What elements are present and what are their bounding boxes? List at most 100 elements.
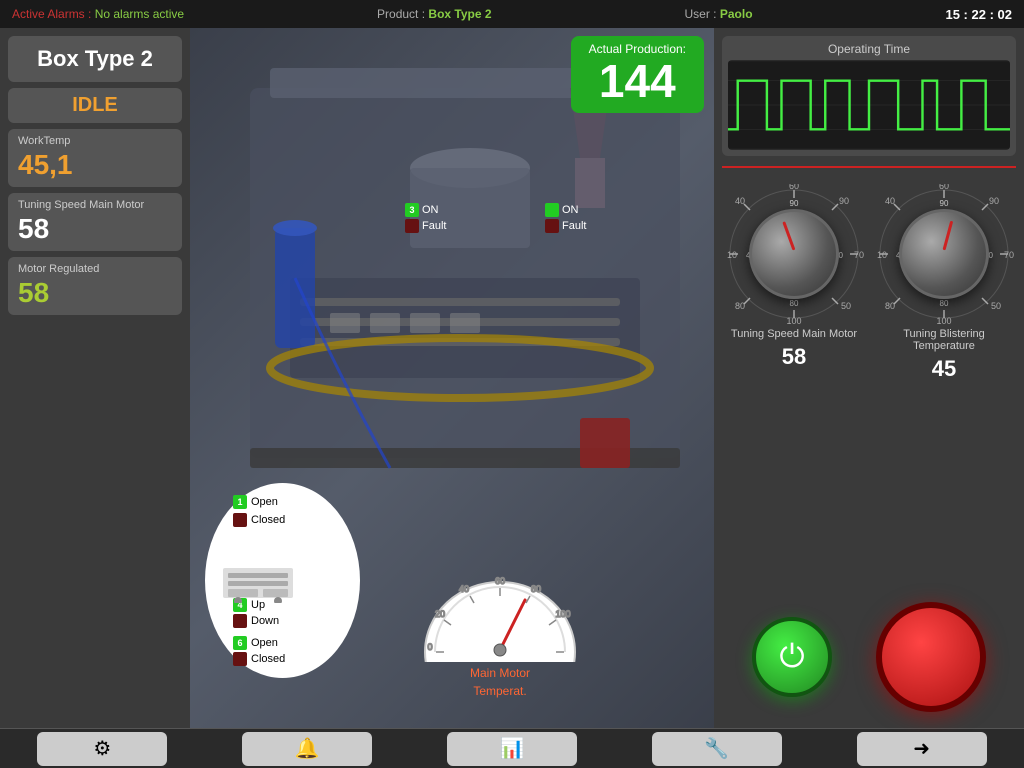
main-layout: Box Type 2 IDLE WorkTemp 45,1 Tuning Spe… <box>0 28 1024 728</box>
bell-icon: 🔔 <box>295 736 320 761</box>
svg-text:100: 100 <box>936 316 951 324</box>
knob1-label: Tuning Speed Main Motor <box>731 328 857 340</box>
worktemp-value: 45,1 <box>18 149 172 181</box>
product-title: Box Type 2 <box>8 36 182 82</box>
svg-text:80: 80 <box>735 301 745 311</box>
legend-machine-thumb <box>223 563 303 603</box>
legend-item1-closed: Closed <box>233 513 348 527</box>
knob2-value: 45 <box>932 356 956 382</box>
motor-label: Motor Regulated <box>18 263 172 275</box>
svg-text:60: 60 <box>789 184 799 191</box>
svg-text:20: 20 <box>435 609 445 619</box>
svg-text:90: 90 <box>839 196 849 206</box>
legend-1-open-label: Open <box>251 496 278 508</box>
alarm-section: Active Alarms : No alarms active <box>12 7 184 21</box>
left-on-label: ON <box>422 204 439 216</box>
right-fault-label: Fault <box>562 220 586 232</box>
left-fault-label: Fault <box>422 220 446 232</box>
svg-text:60: 60 <box>495 576 505 586</box>
legend-4-down-label: Down <box>251 615 279 627</box>
right-on-label: ON <box>562 204 579 216</box>
svg-text:100: 100 <box>786 316 801 324</box>
svg-text:90: 90 <box>989 196 999 206</box>
gauge-label-line1: Main Motor <box>420 666 580 680</box>
legend-item6-open: 6 Open <box>233 636 348 650</box>
svg-text:70: 70 <box>1004 250 1014 260</box>
user-label: User : <box>685 7 717 21</box>
center-panel: Actual Production: 144 3 ON Fault ON <box>190 28 714 728</box>
knob2-needle <box>943 221 954 251</box>
legend-item6-closed: Closed <box>233 652 348 666</box>
power-icon: ⏻ <box>779 638 804 676</box>
left-panel: Box Type 2 IDLE WorkTemp 45,1 Tuning Spe… <box>0 28 190 728</box>
svg-text:0: 0 <box>427 642 432 652</box>
power-button[interactable]: ⏻ <box>752 617 832 697</box>
operating-time-section: Operating Time <box>722 36 1016 156</box>
user-value: Paolo <box>720 7 753 21</box>
chart-svg <box>728 60 1010 150</box>
svg-text:50: 50 <box>991 301 1001 311</box>
knob2-label: Tuning Blistering Temperature <box>879 328 1009 352</box>
legend-1-closed-icon <box>233 513 247 527</box>
red-divider <box>722 166 1016 168</box>
worktemp-box: WorkTemp 45,1 <box>8 129 182 187</box>
svg-text:60: 60 <box>939 184 949 191</box>
svg-text:80: 80 <box>940 299 949 308</box>
knob2-wrapper: 60 100 10 70 40 90 80 50 90 80 40 70 <box>874 184 1014 382</box>
motor-value: 58 <box>18 277 172 309</box>
legend-1-closed-label: Closed <box>251 514 285 526</box>
toolbar-stats-button[interactable]: 📊 <box>447 732 577 766</box>
product-section: Product : Box Type 2 <box>377 7 492 21</box>
svg-text:80: 80 <box>885 301 895 311</box>
knobs-section: 60 100 10 70 40 90 80 50 90 80 40 70 <box>722 178 1016 388</box>
operating-time-chart <box>728 60 1010 150</box>
clock: 15 : 22 : 02 <box>945 7 1012 22</box>
toolbar-alarm-button[interactable]: 🔔 <box>242 732 372 766</box>
right-panel: Operating Time <box>714 28 1024 728</box>
toolbar-settings-button[interactable]: ⚙ <box>37 732 167 766</box>
svg-text:90: 90 <box>790 199 799 208</box>
right-on-indicator <box>545 203 559 217</box>
machine-visual: Actual Production: 144 3 ON Fault ON <box>190 28 714 728</box>
big-buttons-section: ⏻ <box>722 594 1016 720</box>
toolbar-tools-button[interactable]: 🔧 <box>652 732 782 766</box>
legend-6-closed-label: Closed <box>251 653 285 665</box>
knob1-value: 58 <box>782 344 806 370</box>
svg-text:40: 40 <box>735 196 745 206</box>
svg-text:50: 50 <box>841 301 851 311</box>
legend-item4-down: Down <box>233 614 348 628</box>
legend-1-icon: 1 <box>233 495 247 509</box>
left-on-indicator: 3 <box>405 203 419 217</box>
product-value: Box Type 2 <box>428 7 491 21</box>
production-badge: Actual Production: 144 <box>571 36 704 113</box>
wrench-icon: 🔧 <box>704 736 729 761</box>
emergency-stop-button[interactable] <box>876 602 986 712</box>
svg-text:90: 90 <box>940 199 949 208</box>
main-motor-gauge: 0 20 40 60 80 <box>420 562 580 698</box>
user-section: User : Paolo <box>685 7 753 21</box>
svg-text:40: 40 <box>459 584 469 594</box>
operating-time-label: Operating Time <box>728 42 1010 56</box>
bottom-toolbar: ⚙ 🔔 📊 🔧 ➜ <box>0 728 1024 768</box>
motor-box: Motor Regulated 58 <box>8 257 182 315</box>
left-fault-indicator <box>405 219 419 233</box>
svg-text:80: 80 <box>790 299 799 308</box>
knob1[interactable] <box>749 209 839 299</box>
gauge-label-line2: Temperat. <box>420 684 580 698</box>
legend-circle: 1 Open Closed <box>205 483 360 678</box>
worktemp-label: WorkTemp <box>18 135 172 147</box>
legend-6-open-label: Open <box>251 637 278 649</box>
status-badge: IDLE <box>8 88 182 123</box>
left-indicator-group: 3 ON Fault <box>405 203 446 235</box>
svg-text:70: 70 <box>854 250 864 260</box>
alarm-label: Active Alarms : <box>12 7 91 21</box>
production-value: 144 <box>589 56 686 107</box>
knob1-needle <box>782 221 795 250</box>
toolbar-forward-button[interactable]: ➜ <box>857 732 987 766</box>
svg-text:10: 10 <box>877 250 887 260</box>
top-bar: Active Alarms : No alarms active Product… <box>0 0 1024 28</box>
forward-icon: ➜ <box>913 736 930 761</box>
knob2[interactable] <box>899 209 989 299</box>
svg-text:10: 10 <box>727 250 737 260</box>
tuning-box: Tuning Speed Main Motor 58 <box>8 193 182 251</box>
